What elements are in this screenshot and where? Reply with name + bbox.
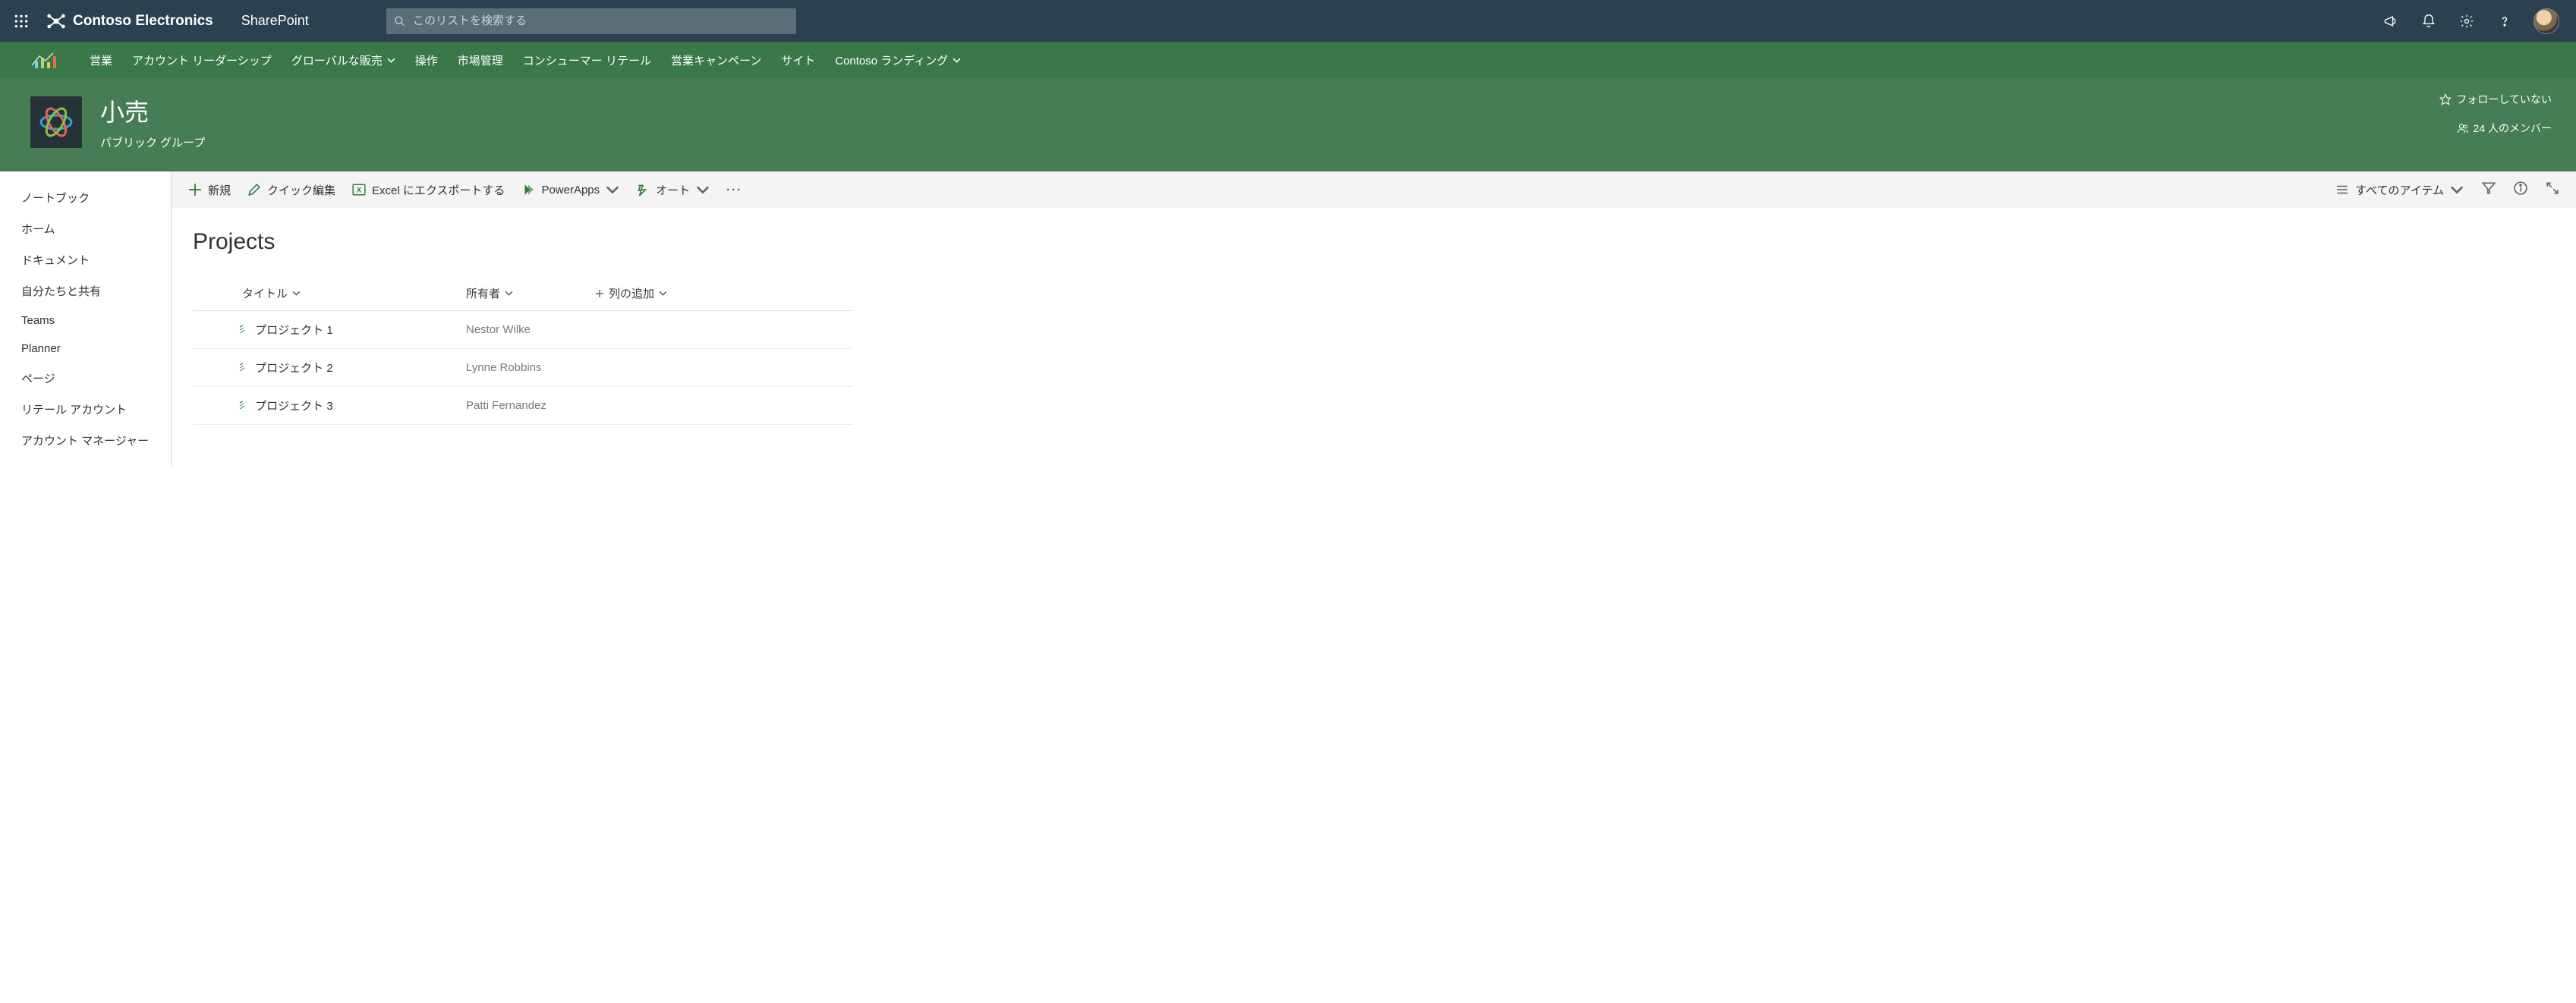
site-logo[interactable]	[30, 96, 82, 148]
expand-icon	[2546, 181, 2559, 195]
flow-icon	[636, 183, 650, 197]
cell-title: プロジェクト 3	[255, 400, 333, 413]
brand-name: Contoso Electronics	[73, 13, 213, 30]
chevron-down-icon	[696, 183, 710, 197]
filter-icon	[2482, 181, 2496, 195]
view-selector[interactable]: すべてのアイテム	[2335, 182, 2464, 198]
cell-title: プロジェクト 1	[255, 324, 333, 337]
hubnav-item-contoso-landing[interactable]: Contoso ランディング	[835, 52, 961, 68]
plus-icon	[188, 183, 202, 197]
hub-nav: 営業 アカウント リーダーシップ グローバルな販売 操作 市場管理 コンシューマ…	[0, 42, 2576, 78]
chevron-down-icon	[387, 56, 395, 64]
leftnav-item-home[interactable]: ホーム	[0, 213, 171, 244]
pencil-icon	[247, 183, 261, 197]
leftnav-item-shared[interactable]: 自分たちと共有	[0, 275, 171, 307]
left-nav: ノートブック ホーム ドキュメント 自分たちと共有 Teams Planner …	[0, 171, 172, 467]
column-header-owner[interactable]: 所有者	[458, 276, 587, 311]
cell-title: プロジェクト 2	[255, 362, 333, 375]
app-bar: Contoso Electronics SharePoint	[0, 0, 2576, 42]
hubnav-item-market-admin[interactable]: 市場管理	[458, 52, 503, 68]
item-icon	[238, 324, 249, 338]
table-row[interactable]: プロジェクト 1 Nestor Wilke	[193, 311, 853, 349]
search-input[interactable]	[413, 14, 789, 27]
plus-icon	[595, 289, 604, 298]
chevron-down-icon	[505, 289, 513, 297]
item-icon	[238, 400, 249, 413]
site-title: 小売	[100, 93, 205, 128]
table-row[interactable]: プロジェクト 3 Patti Fernandez	[193, 387, 853, 425]
search-box[interactable]	[386, 8, 796, 34]
hub-logo-icon	[30, 50, 65, 70]
people-icon	[2457, 122, 2469, 134]
site-header: 小売 パブリック グループ フォローしていない 24 人のメンバー	[0, 78, 2576, 171]
table-row[interactable]: プロジェクト 2 Lynne Robbins	[193, 349, 853, 387]
overflow-menu[interactable]: ···	[726, 184, 742, 197]
hubnav-item-account-leadership[interactable]: アカウント リーダーシップ	[132, 52, 272, 68]
search-icon	[394, 15, 405, 27]
export-excel-button[interactable]: X Excel にエクスポートする	[352, 182, 505, 198]
powerapps-button[interactable]: PowerApps	[521, 183, 619, 197]
hubnav-item-consumer-retail[interactable]: コンシューマー リテール	[523, 52, 651, 68]
product-name[interactable]: SharePoint	[241, 13, 309, 29]
chevron-down-icon	[292, 289, 301, 297]
hubnav-item-sales-campaign[interactable]: 営業キャンペーン	[671, 52, 761, 68]
brand-logo[interactable]: Contoso Electronics	[46, 11, 213, 32]
leftnav-item-pages[interactable]: ページ	[0, 363, 171, 394]
gear-icon[interactable]	[2458, 12, 2476, 30]
cell-owner: Lynne Robbins	[458, 349, 587, 387]
chevron-down-icon	[2450, 183, 2464, 197]
chevron-down-icon	[953, 56, 961, 64]
new-button[interactable]: 新規	[188, 182, 231, 198]
help-icon[interactable]	[2496, 12, 2514, 30]
leftnav-item-notebook[interactable]: ノートブック	[0, 182, 171, 213]
star-icon	[2439, 93, 2452, 105]
quick-edit-button[interactable]: クイック編集	[247, 182, 335, 198]
hubnav-item-global-sales[interactable]: グローバルな販売	[291, 52, 395, 68]
leftnav-item-teams[interactable]: Teams	[0, 307, 171, 335]
item-icon	[238, 362, 249, 376]
list-table: タイトル 所有者 列の追加 プロジェクト 1	[193, 276, 853, 425]
megaphone-icon[interactable]	[2382, 12, 2400, 30]
column-header-title[interactable]: タイトル	[193, 276, 458, 311]
add-column-button[interactable]: 列の追加	[587, 276, 853, 311]
avatar[interactable]	[2533, 8, 2559, 34]
hubnav-item-sales[interactable]: 営業	[90, 52, 112, 68]
automate-button[interactable]: オート	[636, 182, 710, 198]
members-button[interactable]: 24 人のメンバー	[2439, 121, 2552, 136]
site-subtitle: パブリック グループ	[100, 134, 205, 150]
leftnav-item-documents[interactable]: ドキュメント	[0, 244, 171, 275]
follow-button[interactable]: フォローしていない	[2439, 92, 2552, 107]
app-launcher-icon[interactable]	[6, 6, 36, 36]
chevron-down-icon	[606, 183, 619, 197]
cell-owner: Nestor Wilke	[458, 311, 587, 349]
hubnav-item-operations[interactable]: 操作	[415, 52, 438, 68]
info-icon	[2514, 181, 2527, 195]
hubnav-item-site[interactable]: サイト	[781, 52, 815, 68]
list-title: Projects	[193, 229, 2576, 255]
bell-icon[interactable]	[2420, 12, 2438, 30]
excel-icon: X	[352, 183, 366, 197]
expand-button[interactable]	[2546, 181, 2559, 198]
cell-owner: Patti Fernandez	[458, 387, 587, 425]
chevron-down-icon	[659, 289, 667, 297]
command-bar: 新規 クイック編集 X Excel にエクスポートする PowerApps オー…	[172, 171, 2576, 208]
leftnav-item-retail-account[interactable]: リテール アカウント	[0, 394, 171, 425]
info-button[interactable]	[2514, 181, 2527, 198]
leftnav-item-account-manager[interactable]: アカウント マネージャー	[0, 425, 171, 456]
list-icon	[2335, 183, 2349, 197]
appbar-actions	[2382, 8, 2570, 34]
svg-text:X: X	[357, 186, 361, 193]
leftnav-item-planner[interactable]: Planner	[0, 335, 171, 363]
powerapps-icon	[521, 183, 535, 197]
filter-button[interactable]	[2482, 181, 2496, 198]
